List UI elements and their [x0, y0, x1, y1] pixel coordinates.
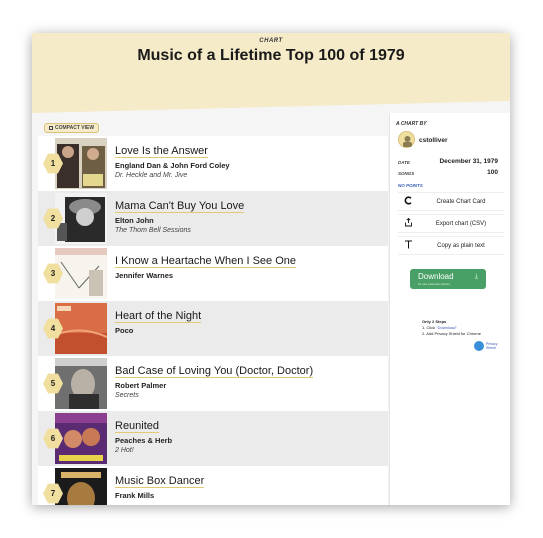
download-arrow-icon: ⤓ — [474, 273, 478, 280]
create-chart-card-label: Create Chart Card — [436, 198, 486, 205]
album-cover[interactable] — [55, 468, 107, 505]
list-item[interactable]: 7 Music Box Dancer Frank Mills — [38, 466, 388, 505]
text-icon — [398, 240, 418, 251]
no-points-label: NO POINTS — [398, 183, 423, 188]
download-button[interactable]: Download for use extension (Free) ⤓ — [410, 269, 486, 289]
song-album[interactable]: Dr. Heckle and Mr. Jive — [115, 172, 187, 179]
copy-plain-text-button[interactable]: Copy as plain text — [398, 236, 504, 255]
song-artist[interactable]: Peaches & Herb — [115, 436, 172, 445]
ad-step-1-link[interactable]: "Download" — [436, 325, 457, 330]
songs-value: 100 — [487, 169, 498, 176]
song-title[interactable]: Reunited — [115, 420, 160, 433]
main-content: COMPACT VIEW 1 Love Is the Answer Englan… — [32, 113, 510, 505]
privacy-shield-text[interactable]: Privacy Shield — [486, 342, 506, 350]
song-artist[interactable]: Jennifer Warnes — [115, 271, 173, 280]
page-title: Music of a Lifetime Top 100 of 1979 — [137, 47, 405, 64]
ad-step-2: 2. Add Privacy Shield for Chrome — [422, 331, 481, 336]
export-csv-button[interactable]: Export chart (CSV) — [398, 214, 504, 233]
compact-view-icon — [49, 126, 53, 130]
song-artist[interactable]: Elton John — [115, 216, 154, 225]
song-artist[interactable]: Robert Palmer — [115, 381, 166, 390]
compact-view-label: COMPACT VIEW — [55, 125, 95, 131]
privacy-shield-logo[interactable] — [474, 341, 484, 351]
chart-list: 1 Love Is the Answer England Dan & John … — [38, 136, 388, 505]
chart-sidebar: A CHART BY cstolliver DATE December 31, … — [389, 113, 510, 505]
song-artist[interactable]: England Dan & John Ford Coley — [115, 161, 230, 170]
list-item[interactable]: 5 Bad Case of Loving You (Doctor, Doctor… — [38, 356, 388, 411]
header-divider — [32, 101, 510, 113]
page-frame: CHART Music of a Lifetime Top 100 of 197… — [32, 33, 510, 505]
chart-header: CHART Music of a Lifetime Top 100 of 197… — [32, 33, 510, 101]
song-title[interactable]: I Know a Heartache When I See One — [115, 255, 296, 268]
export-csv-label: Export chart (CSV) — [435, 220, 487, 227]
ad-steps: Only 2 Steps 1. Click "Download" 2. Add … — [422, 319, 481, 337]
export-icon — [398, 217, 418, 229]
song-album[interactable]: Secrets — [115, 392, 139, 399]
song-album[interactable]: 2 Hot! — [115, 447, 134, 454]
date-value: December 31, 1979 — [439, 158, 498, 165]
song-artist[interactable]: Poco — [115, 326, 133, 335]
song-title[interactable]: Love Is the Answer — [115, 145, 208, 158]
song-title[interactable]: Mama Can't Buy You Love — [115, 200, 245, 213]
list-item[interactable]: 3 I Know a Heartache When I See One Jenn… — [38, 246, 388, 301]
song-artist[interactable]: Frank Mills — [115, 491, 154, 500]
copy-plain-text-label: Copy as plain text — [437, 242, 485, 249]
chart-by-label: A CHART BY — [396, 121, 427, 127]
download-label: Download — [418, 272, 454, 281]
avatar[interactable] — [398, 131, 415, 148]
list-item[interactable]: 1 Love Is the Answer England Dan & John … — [38, 136, 388, 191]
page-eyebrow: CHART — [259, 38, 283, 44]
download-sublabel: for use extension (Free) — [418, 282, 450, 286]
list-item[interactable]: 6 Reunited Peaches & Herb 2 Hot! — [38, 411, 388, 466]
username-link[interactable]: cstolliver — [419, 137, 448, 144]
compact-view-button[interactable]: COMPACT VIEW — [44, 123, 100, 133]
songs-label: SONGS — [398, 171, 415, 176]
create-chart-card-button[interactable]: Create Chart Card — [398, 192, 504, 211]
song-album[interactable]: The Thom Bell Sessions — [115, 227, 191, 234]
ad-step-1-prefix: 1. Click — [422, 325, 437, 330]
list-item[interactable]: 2 Mama Can't Buy You Love Elton John The… — [38, 191, 388, 246]
list-item[interactable]: 4 Heart of the Night Poco — [38, 301, 388, 356]
song-title[interactable]: Bad Case of Loving You (Doctor, Doctor) — [115, 365, 314, 378]
song-title[interactable]: Heart of the Night — [115, 310, 202, 323]
date-label: DATE — [398, 160, 410, 165]
chart-card-icon — [398, 196, 418, 207]
song-title[interactable]: Music Box Dancer — [115, 475, 205, 488]
